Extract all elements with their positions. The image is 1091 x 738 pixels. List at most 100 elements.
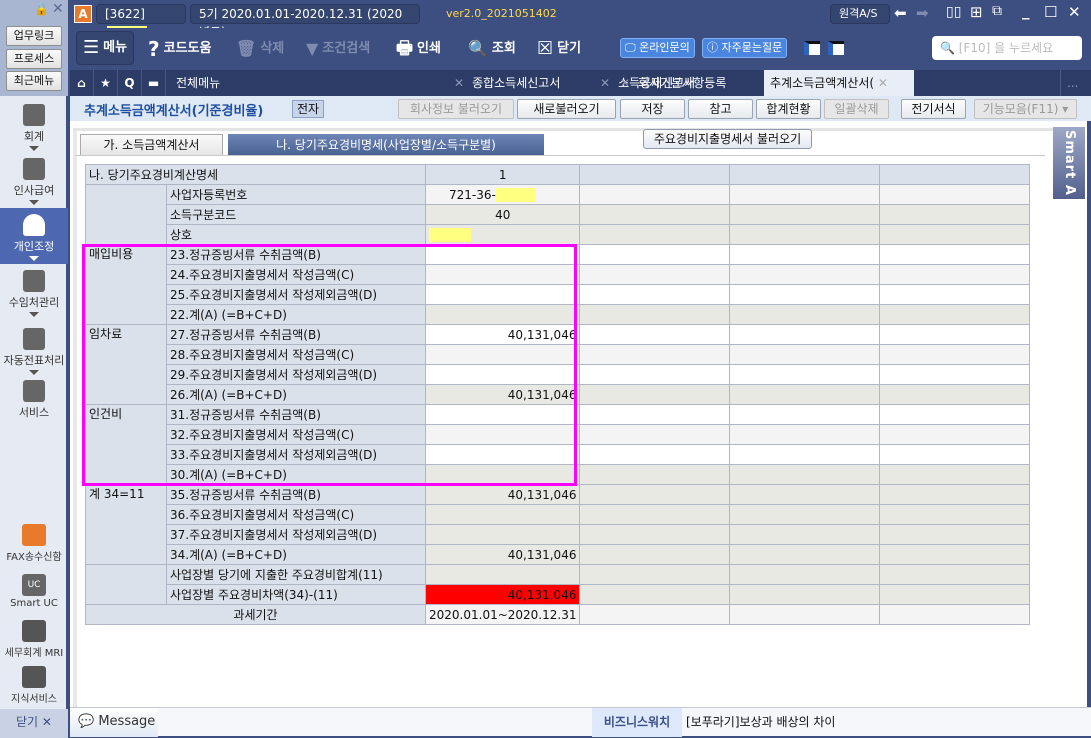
close-tab-icon[interactable]: ✕ [878, 76, 888, 90]
empty-cell[interactable] [579, 364, 731, 385]
sidebar-tool-2[interactable]: 세무회계 MRI [0, 620, 68, 660]
close-icon[interactable]: ✕ [52, 1, 64, 17]
tab-income-tax-return[interactable]: ✕ 종합소득세신고서 [448, 70, 594, 96]
back-arrow-icon[interactable]: ⬅ [894, 4, 907, 22]
sidebar-tool-1[interactable]: UC Smart UC [0, 574, 68, 614]
layout-left-icon[interactable] [804, 41, 820, 55]
empty-cell[interactable] [729, 484, 881, 505]
sidebar-tool-0[interactable]: FAX송수신함 [0, 524, 68, 564]
menu-search-input[interactable]: 🔍 [F10] 을 누르세요 [932, 36, 1082, 60]
empty-cell[interactable] [579, 564, 731, 585]
empty-cell[interactable] [579, 464, 731, 485]
empty-cell[interactable] [579, 264, 731, 285]
smart-a-panel-toggle[interactable]: Smart A [1053, 127, 1085, 199]
forward-arrow-icon[interactable]: ➡ [916, 4, 929, 22]
empty-cell[interactable] [579, 544, 731, 565]
value-cell[interactable] [424, 264, 581, 285]
empty-cell[interactable] [729, 204, 881, 225]
empty-cell[interactable] [729, 444, 881, 465]
value-cell[interactable] [424, 464, 581, 485]
empty-cell[interactable] [579, 324, 731, 345]
message-button[interactable]: 💬 Message [70, 708, 158, 737]
empty-cell[interactable] [879, 544, 1031, 565]
empty-cell[interactable] [729, 244, 881, 265]
book-view-icon[interactable]: ▯▯ [946, 4, 961, 20]
sidebar-tool-3[interactable]: 지식서비스 [0, 666, 68, 706]
sidebar-close-button[interactable]: 닫기 ✕ [0, 709, 68, 738]
empty-cell[interactable] [729, 604, 881, 625]
close-tab-icon[interactable]: ✕ [454, 76, 464, 90]
empty-cell[interactable] [729, 504, 881, 525]
empty-cell[interactable] [729, 344, 881, 365]
empty-cell[interactable] [879, 184, 1031, 205]
load-company-info-button[interactable]: 회사정보 불러오기 [398, 99, 514, 119]
value-cell[interactable] [424, 284, 581, 305]
empty-cell[interactable] [729, 324, 881, 345]
value-cell[interactable] [424, 404, 581, 425]
minimize-icon[interactable]: _ [1022, 2, 1030, 20]
empty-cell[interactable] [729, 364, 881, 385]
empty-cell[interactable] [879, 384, 1031, 405]
empty-cell[interactable] [879, 604, 1031, 625]
process-button[interactable]: 프로세스 [6, 49, 62, 69]
empty-cell[interactable] [579, 304, 731, 325]
sidebar-item-0[interactable]: 회계 [0, 98, 68, 152]
electronic-badge[interactable]: 전자 [292, 100, 325, 118]
empty-cell[interactable] [729, 524, 881, 545]
empty-cell[interactable] [579, 284, 731, 305]
empty-cell[interactable] [729, 424, 881, 445]
empty-cell[interactable] [879, 284, 1031, 305]
load-expense-statement-button[interactable]: 주요경비지출명세서 불러오기 [643, 129, 812, 149]
sidebar-item-3[interactable]: 수임처관리 [0, 264, 68, 318]
empty-cell[interactable] [729, 224, 881, 245]
value-cell[interactable]: 40 [424, 204, 581, 225]
tab-estimated-income[interactable]: 추계소득금액계산서( ✕ [764, 70, 914, 96]
empty-cell[interactable] [729, 384, 881, 405]
value-cell[interactable] [424, 504, 581, 525]
empty-cell[interactable] [879, 164, 1031, 185]
total-status-button[interactable]: 합계현황 [756, 99, 821, 119]
empty-cell[interactable] [579, 424, 731, 445]
empty-cell[interactable] [879, 304, 1031, 325]
sidebar-item-2[interactable]: 개인조정 [0, 208, 68, 264]
more-tabs-button[interactable]: ... [1060, 70, 1091, 96]
grid-view-icon[interactable]: ⊞ [970, 3, 983, 21]
sidebar-item-5[interactable]: 서비스 [0, 374, 68, 428]
functions-dropdown[interactable]: 기능모음(F11) ▾ [974, 99, 1077, 119]
empty-cell[interactable] [579, 484, 731, 505]
tab-all-menu[interactable]: 전체메뉴 [170, 70, 360, 96]
recent-menu-button[interactable]: 최근메뉴 [6, 71, 62, 91]
empty-cell[interactable] [579, 204, 731, 225]
value-cell[interactable]: 40,131,046 [424, 484, 581, 505]
value-cell[interactable] [424, 444, 581, 465]
layout-right-icon[interactable] [828, 41, 844, 55]
empty-cell[interactable] [879, 444, 1031, 465]
lock-icon[interactable]: 🔒 [34, 2, 49, 16]
empty-cell[interactable] [579, 444, 731, 465]
value-cell[interactable]: 721-36- [424, 184, 581, 205]
star-icon[interactable]: ★ [94, 70, 118, 96]
empty-cell[interactable] [729, 284, 881, 305]
maximize-icon[interactable]: ☐ [1044, 3, 1057, 21]
subtab-income-calculation[interactable]: 가. 소득금액계산서 [80, 134, 223, 156]
empty-cell[interactable] [729, 164, 881, 185]
faq-button[interactable]: ⓘ 자주묻는질문 [702, 38, 788, 58]
value-cell[interactable] [424, 564, 581, 585]
company-selector[interactable]: [3622] [96, 4, 186, 40]
delete-button[interactable]: 🗑 삭제 [236, 36, 284, 62]
empty-cell[interactable] [579, 184, 731, 205]
work-link-button[interactable]: 업무링크 [6, 26, 62, 46]
value-cell[interactable]: 40,131,046 [424, 384, 581, 405]
empty-cell[interactable] [879, 264, 1031, 285]
reload-button[interactable]: 새로불러오기 [517, 99, 616, 119]
close-tab-icon[interactable]: ✕ [620, 76, 630, 90]
subtab-major-expenses[interactable]: 나. 당기주요경비명세(사업장별/소득구분별) [228, 134, 544, 156]
empty-cell[interactable] [879, 204, 1031, 225]
sidebar-item-4[interactable]: 자동전표처리 [0, 322, 68, 376]
search-button[interactable]: 🔍 조회 [468, 36, 516, 62]
empty-cell[interactable] [579, 604, 731, 625]
empty-cell[interactable] [879, 324, 1031, 345]
period-selector[interactable]: 5기 2020.01.01-2020.12.31 (2020년도) [190, 4, 420, 39]
empty-cell[interactable] [879, 404, 1031, 425]
save-button[interactable]: 저장 [620, 99, 685, 119]
